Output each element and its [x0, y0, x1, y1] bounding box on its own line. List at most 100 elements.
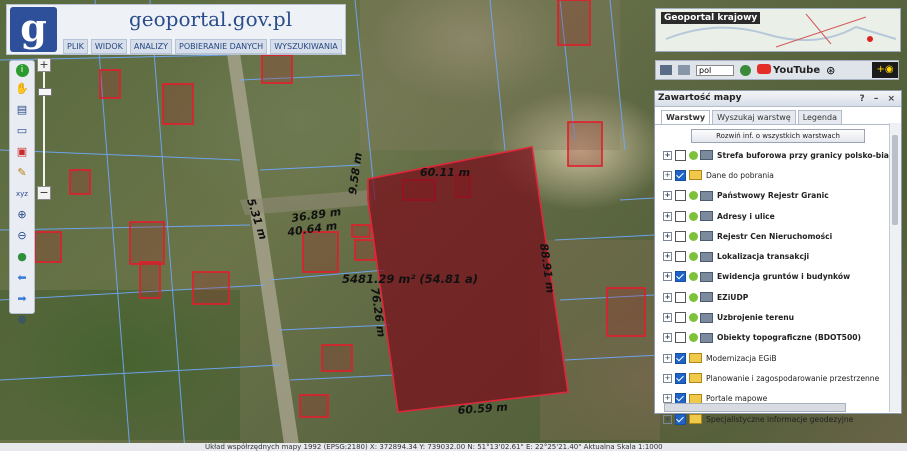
link-icon[interactable]	[660, 65, 672, 75]
layer-row[interactable]: + Adresy i ulice	[663, 206, 901, 226]
tab-warstwy[interactable]: Warstwy	[661, 110, 711, 124]
expand-icon[interactable]: +	[663, 170, 672, 180]
layer-row[interactable]: + Lokalizacja transakcji	[663, 246, 901, 266]
expand-icon[interactable]: +	[663, 414, 672, 424]
layer-row[interactable]: + Planowanie i zagospodarowanie przestrze…	[663, 368, 901, 388]
zoom-in-icon[interactable]: ⊕	[13, 206, 31, 224]
back-icon[interactable]: ⬅	[13, 269, 31, 287]
folder-icon	[689, 353, 702, 364]
layer-row[interactable]: + Ewidencja gruntów i budynków	[663, 267, 901, 287]
layer-checkbox[interactable]	[675, 149, 686, 161]
folder-icon	[689, 414, 702, 424]
panel-header: Zawartość mapy ? – ×	[655, 91, 901, 107]
layer-checkbox[interactable]	[675, 332, 686, 344]
layer-label: Lokalizacja transakcji	[717, 252, 810, 262]
zoom-out-icon[interactable]: ⊖	[13, 227, 31, 245]
expand-icon[interactable]: +	[663, 150, 672, 160]
zoom-knob[interactable]	[38, 88, 52, 96]
expand-icon[interactable]: +	[663, 333, 672, 343]
layer-checkbox[interactable]	[675, 413, 686, 425]
target-icon[interactable]: ⊗	[13, 311, 31, 329]
layer-row[interactable]: + Państwowy Rejestr Granic	[663, 186, 901, 206]
expand-icon[interactable]: +	[663, 353, 672, 363]
help-icon[interactable]	[740, 64, 751, 76]
status-dot-icon	[689, 333, 698, 343]
top-toolbar: pol YouTube ⊛ +◉	[655, 60, 899, 80]
layer-label: EZiUDP	[717, 292, 749, 302]
tab-legenda[interactable]: Legenda	[797, 110, 842, 124]
folder-icon	[689, 170, 702, 181]
menu-wyszukiwania[interactable]: WYSZUKIWANIA	[270, 39, 342, 54]
expand-icon[interactable]: +	[663, 292, 672, 302]
layer-row[interactable]: + Modernizacja EGiB	[663, 348, 901, 368]
overview-map[interactable]: Geoportal krajowy	[655, 8, 901, 52]
layer-label: Strefa buforowa przy granicy polsko-biał…	[717, 150, 901, 160]
layer-label: Państwowy Rejestr Granic	[717, 191, 829, 201]
menu-analizy[interactable]: ANALIZY	[129, 39, 172, 54]
xyz-icon[interactable]: xyz	[13, 185, 31, 203]
language-select[interactable]: pol	[696, 64, 734, 76]
print-icon[interactable]	[678, 65, 690, 75]
globe-icon[interactable]: ●	[13, 248, 31, 266]
expand-all-info-button[interactable]: Rozwiń inf. o wszystkich warstwach	[691, 129, 865, 143]
youtube-link[interactable]: YouTube	[757, 64, 820, 76]
expand-icon[interactable]: +	[663, 272, 672, 282]
horizontal-scrollbar[interactable]	[664, 403, 846, 412]
scroll-thumb[interactable]	[892, 135, 898, 225]
layer-row[interactable]: + Dane do pobrania	[663, 165, 901, 185]
expand-icon[interactable]: +	[663, 373, 672, 383]
expand-icon[interactable]: +	[663, 313, 672, 323]
layer-row[interactable]: + Obiekty topograficzne (BDOT500)	[663, 328, 901, 348]
site-name: geoportal.gov.pl	[129, 7, 293, 31]
layer-label: Dane do pobrania	[706, 170, 774, 180]
service-icon	[700, 211, 713, 222]
layer-checkbox[interactable]	[675, 271, 686, 283]
hand-icon[interactable]: ✋	[13, 80, 31, 98]
zoom-minus-button[interactable]: −	[37, 186, 51, 200]
layer-checkbox[interactable]	[675, 291, 686, 303]
menu-plik[interactable]: PLIK	[63, 39, 88, 54]
layer-label: Portale mapowe	[706, 394, 768, 404]
status-dot-icon	[689, 231, 698, 241]
expand-icon[interactable]: +	[663, 211, 672, 221]
layer-checkbox[interactable]	[675, 190, 686, 202]
layer-panel: Zawartość mapy ? – × Warstwy Wyszukaj wa…	[654, 90, 902, 425]
menu-widok[interactable]: WIDOK	[90, 39, 127, 54]
forward-icon[interactable]: ➡	[13, 290, 31, 308]
service-icon	[700, 292, 713, 303]
layer-checkbox[interactable]	[675, 210, 686, 222]
menu-pobieranie-danych[interactable]: POBIERANIE DANYCH	[175, 39, 268, 54]
pencil-icon[interactable]: ✎	[13, 164, 31, 182]
layer-row[interactable]: + Uzbrojenie terenu	[663, 307, 901, 327]
layer-checkbox[interactable]	[675, 352, 686, 364]
layers-icon[interactable]: ▤	[13, 101, 31, 119]
layer-checkbox[interactable]	[675, 312, 686, 324]
expand-icon[interactable]: +	[663, 191, 672, 201]
tool-palette: i ✋ ▤ ▭ ▣ ✎ xyz ⊕ ⊖ ● ⬅ ➡ ⊗	[9, 60, 35, 326]
expand-icon[interactable]: +	[663, 394, 672, 404]
layer-row[interactable]: + Rejestr Cen Nieruchomości	[663, 226, 901, 246]
tab-wyszukaj-warstwe[interactable]: Wyszukaj warstwę	[712, 110, 796, 124]
layer-list-scrollbar[interactable]	[889, 123, 901, 412]
expand-icon[interactable]: +	[663, 252, 672, 262]
expand-icon[interactable]: +	[663, 231, 672, 241]
layer-checkbox[interactable]	[675, 251, 686, 263]
info-icon[interactable]: i	[15, 64, 29, 77]
accessibility-icon[interactable]: ⊛	[826, 64, 835, 77]
zoom-plus-button[interactable]: +	[37, 58, 51, 72]
zoom-slider[interactable]: + −	[37, 58, 52, 202]
layer-label: Uzbrojenie terenu	[717, 313, 795, 323]
eraser-icon[interactable]: ▣	[13, 143, 31, 161]
status-dot-icon	[689, 292, 698, 302]
parcel-area-label: 5481.29 m² (54.81 a)	[342, 272, 478, 286]
panel-controls[interactable]: ? – ×	[859, 92, 898, 107]
layer-checkbox[interactable]	[675, 230, 686, 242]
geoportal-logo-icon[interactable]: g	[10, 7, 57, 52]
status-dot-icon	[689, 211, 698, 221]
layer-row[interactable]: + Strefa buforowa przy granicy polsko-bia…	[663, 145, 901, 165]
layer-checkbox[interactable]	[675, 169, 686, 181]
layer-checkbox[interactable]	[675, 372, 686, 384]
select-icon[interactable]: ▭	[13, 122, 31, 140]
contrast-eye-icon[interactable]: +◉	[872, 62, 898, 78]
layer-row[interactable]: + EZiUDP	[663, 287, 901, 307]
